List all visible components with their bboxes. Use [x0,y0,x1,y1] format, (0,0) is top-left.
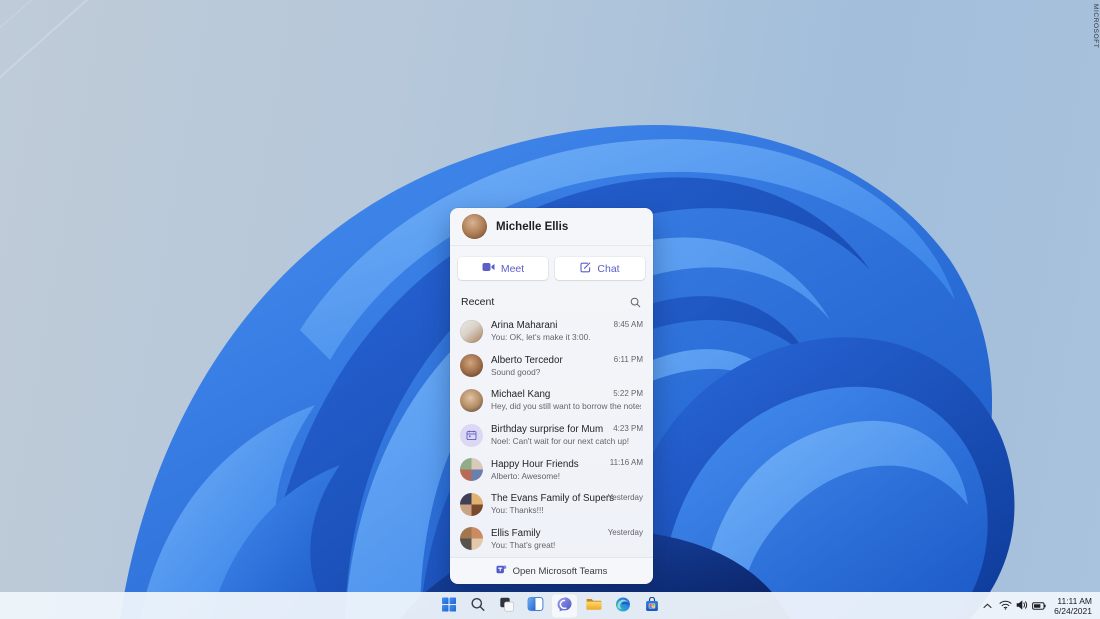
conversation-row[interactable]: Arina Maharani You: OK, let's make it 3:… [450,314,653,349]
conversation-row[interactable]: Happy Hour Friends Alberto: Awesome! 11:… [450,452,653,487]
conversation-preview: You: That's great! [491,539,556,550]
chat-button[interactable] [551,593,578,618]
meet-button-label: Meet [500,262,525,275]
group-avatar [460,527,483,551]
recent-label: Recent [461,296,495,308]
conversation-time: 8:45 AM [613,320,643,329]
teams-icon [496,562,507,580]
search-icon [470,597,485,615]
edge-icon [615,597,630,615]
user-avatar [462,214,487,239]
start-icon [441,597,456,615]
desktop: MICROSOFT Michelle Ellis Meet Chat Recen… [0,0,1100,619]
conversation-time: 5:22 PM [613,389,643,399]
search-button[interactable] [465,594,491,618]
group-avatar [460,492,483,516]
conversation-row[interactable]: Alberto Tercedor Sound good? 6:11 PM [450,349,653,384]
conversation-preview: Sound good? [491,366,541,377]
open-teams-button[interactable]: Open Microsoft Teams [450,557,653,584]
search-icon[interactable] [629,294,642,310]
avatar [460,354,483,378]
store-button[interactable] [639,594,665,618]
conversation-preview: Noel: Can't wait for our next catch up! [491,436,630,447]
conversation-row[interactable]: Ellis Family You: That's great! Yesterda… [450,522,653,557]
conversation-row[interactable]: The Evans Family of Supers You: Thanks!!… [450,487,653,522]
taskbar-center-icons [436,593,665,618]
battery-icon [1032,598,1046,613]
teams-chat-flyout: Michelle Ellis Meet Chat Recent Arina Ma… [450,208,653,584]
flyout-header: Michelle Ellis [450,208,653,246]
system-tray: 11:11 AM 6/24/2021 [980,594,1097,618]
compose-icon [580,261,591,276]
conversation-row[interactable]: Birthday surprise for Mum Noel: Can't wa… [450,418,653,453]
conversation-time: Yesterday [607,492,643,502]
widgets-icon [527,597,544,614]
wifi-icon [999,598,1012,613]
conversation-time: 4:23 PM [613,423,643,433]
conversation-time: 6:11 PM [613,354,643,364]
chat-button[interactable]: Chat [555,257,645,280]
avatar [460,319,483,343]
conversation-row[interactable]: Michael Kang Hey, did you still want to … [450,383,653,418]
conversation-preview: You: OK, let's make it 3:00. [491,332,591,343]
conversation-time: 11:16 AM [609,458,643,468]
calendar-icon [460,423,483,447]
widgets-button[interactable] [523,594,549,618]
video-camera-icon [482,262,495,275]
clock[interactable]: 11:11 AM 6/24/2021 [1050,594,1097,618]
start-button[interactable] [436,594,462,618]
credit-watermark: MICROSOFT [1092,4,1099,49]
task-view-icon [499,597,514,615]
tray-date: 6/24/2021 [1054,605,1092,616]
conversation-preview: Hey, did you still want to borrow the no… [491,401,641,412]
group-avatar [460,458,483,482]
open-teams-label: Open Microsoft Teams [512,565,608,577]
meet-button[interactable]: Meet [458,257,548,280]
edge-button[interactable] [610,594,636,618]
volume-icon [1016,598,1028,613]
chat-icon [557,596,573,615]
chat-button-label: Chat [597,262,620,275]
file-explorer-button[interactable] [581,594,607,618]
network-volume-battery-button[interactable] [996,594,1049,618]
user-name: Michelle Ellis [496,220,569,233]
conversation-preview: Alberto: Awesome! [491,470,561,481]
store-icon [644,596,659,615]
avatar [460,388,483,412]
file-explorer-icon [586,597,602,614]
recent-conversation-list: Arina Maharani You: OK, let's make it 3:… [450,314,653,557]
conversation-preview: You: Thanks!!! [491,505,544,516]
flyout-actions: Meet Chat [450,246,653,288]
hidden-icons-chevron[interactable] [980,594,995,618]
task-view-button[interactable] [494,594,520,618]
conversation-time: Yesterday [607,527,643,537]
taskbar: 11:11 AM 6/24/2021 [0,592,1100,619]
recent-row: Recent [450,288,653,314]
tray-time: 11:11 AM [1057,595,1092,606]
